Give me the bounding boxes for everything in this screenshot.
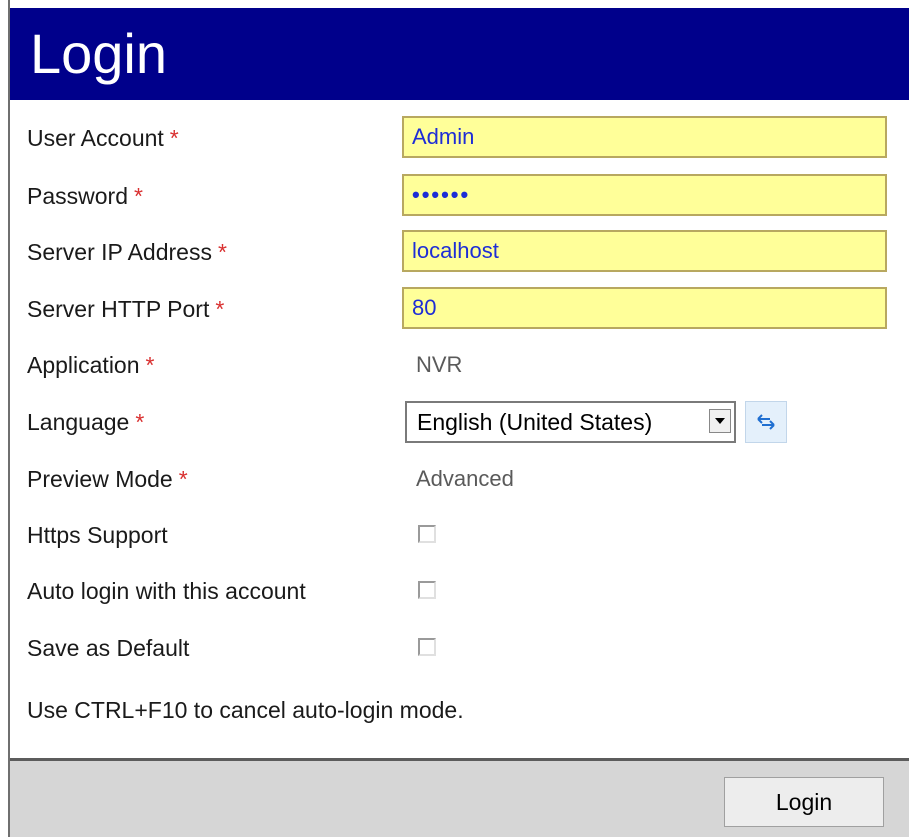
required-mark: *: [135, 409, 145, 435]
required-mark: *: [215, 296, 225, 322]
required-mark: *: [169, 125, 179, 151]
https-support-checkbox[interactable]: [418, 525, 436, 543]
login-window: Login User Account * Admin Password * ••••…: [8, 0, 909, 837]
save-default-label: Save as Default: [27, 635, 190, 661]
auto-login-label: Auto login with this account: [27, 578, 306, 604]
language-selected-value: English (United States): [417, 409, 653, 435]
save-default-checkbox[interactable]: [418, 638, 436, 656]
user-account-label: User Account *: [27, 125, 179, 151]
save-default-row: Save as Default: [10, 626, 909, 670]
server-ip-input[interactable]: localhost: [402, 230, 887, 272]
chevron-down-icon[interactable]: [709, 409, 731, 433]
required-mark: *: [145, 352, 155, 378]
title-bar: Login: [10, 8, 909, 100]
language-select[interactable]: English (United States): [405, 401, 736, 443]
password-row: Password * ••••••: [10, 174, 909, 218]
required-mark: *: [178, 466, 188, 492]
refresh-icon: [757, 414, 775, 430]
refresh-language-button[interactable]: [745, 401, 787, 443]
server-port-row: Server HTTP Port * 80: [10, 287, 909, 331]
server-port-input[interactable]: 80: [402, 287, 887, 329]
auto-login-checkbox[interactable]: [418, 581, 436, 599]
preview-mode-label: Preview Mode *: [27, 466, 188, 492]
server-port-label: Server HTTP Port *: [27, 296, 225, 322]
window-title: Login: [30, 22, 168, 85]
auto-login-hint: Use CTRL+F10 to cancel auto-login mode.: [27, 697, 464, 723]
password-input[interactable]: ••••••: [402, 174, 887, 216]
application-row: Application * NVR: [10, 343, 909, 387]
required-mark: *: [133, 183, 143, 209]
footer-bar: Login: [10, 758, 909, 837]
server-ip-label: Server IP Address *: [27, 239, 227, 265]
login-button[interactable]: Login: [724, 777, 884, 827]
language-row: Language * English (United States): [10, 400, 909, 444]
preview-mode-row: Preview Mode * Advanced: [10, 457, 909, 501]
user-account-row: User Account * Admin: [10, 116, 909, 160]
application-value: NVR: [416, 352, 463, 377]
preview-mode-value: Advanced: [416, 466, 514, 491]
auto-login-row: Auto login with this account: [10, 569, 909, 613]
required-mark: *: [217, 239, 227, 265]
user-account-input[interactable]: Admin: [402, 116, 887, 158]
password-label: Password *: [27, 183, 143, 209]
https-support-label: Https Support: [27, 522, 168, 548]
https-support-row: Https Support: [10, 513, 909, 557]
server-ip-row: Server IP Address * localhost: [10, 230, 909, 274]
language-label: Language *: [27, 409, 145, 435]
application-label: Application *: [27, 352, 155, 378]
